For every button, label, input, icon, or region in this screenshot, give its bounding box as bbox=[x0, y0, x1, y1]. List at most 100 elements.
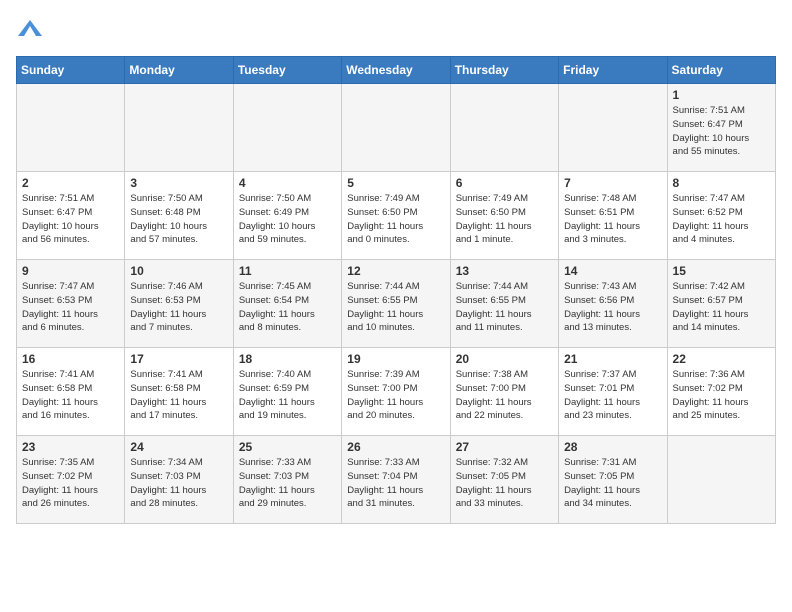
calendar-cell: 18 Sunrise: 7:40 AM Sunset: 6:59 PM Dayli… bbox=[233, 348, 341, 436]
day-number: 2 bbox=[22, 176, 119, 190]
day-info: Sunrise: 7:42 AM Sunset: 6:57 PM Dayligh… bbox=[673, 280, 770, 335]
calendar-cell: 13 Sunrise: 7:44 AM Sunset: 6:55 PM Dayli… bbox=[450, 260, 558, 348]
day-info: Sunrise: 7:47 AM Sunset: 6:53 PM Dayligh… bbox=[22, 280, 119, 335]
calendar-cell: 7 Sunrise: 7:48 AM Sunset: 6:51 PM Daylig… bbox=[559, 172, 667, 260]
day-number: 21 bbox=[564, 352, 661, 366]
calendar-cell bbox=[17, 84, 125, 172]
calendar-cell: 16 Sunrise: 7:41 AM Sunset: 6:58 PM Dayli… bbox=[17, 348, 125, 436]
day-info: Sunrise: 7:31 AM Sunset: 7:05 PM Dayligh… bbox=[564, 456, 661, 511]
day-info: Sunrise: 7:39 AM Sunset: 7:00 PM Dayligh… bbox=[347, 368, 444, 423]
calendar-table: SundayMondayTuesdayWednesdayThursdayFrid… bbox=[16, 56, 776, 524]
calendar-cell: 4 Sunrise: 7:50 AM Sunset: 6:49 PM Daylig… bbox=[233, 172, 341, 260]
day-info: Sunrise: 7:50 AM Sunset: 6:49 PM Dayligh… bbox=[239, 192, 336, 247]
weekday-header: Friday bbox=[559, 57, 667, 84]
calendar-cell: 21 Sunrise: 7:37 AM Sunset: 7:01 PM Dayli… bbox=[559, 348, 667, 436]
calendar-cell bbox=[667, 436, 775, 524]
calendar-cell: 8 Sunrise: 7:47 AM Sunset: 6:52 PM Daylig… bbox=[667, 172, 775, 260]
day-number: 28 bbox=[564, 440, 661, 454]
day-info: Sunrise: 7:45 AM Sunset: 6:54 PM Dayligh… bbox=[239, 280, 336, 335]
day-number: 23 bbox=[22, 440, 119, 454]
calendar-cell: 9 Sunrise: 7:47 AM Sunset: 6:53 PM Daylig… bbox=[17, 260, 125, 348]
day-number: 12 bbox=[347, 264, 444, 278]
calendar-cell: 27 Sunrise: 7:32 AM Sunset: 7:05 PM Dayli… bbox=[450, 436, 558, 524]
calendar-cell: 5 Sunrise: 7:49 AM Sunset: 6:50 PM Daylig… bbox=[342, 172, 450, 260]
weekday-header: Thursday bbox=[450, 57, 558, 84]
day-info: Sunrise: 7:38 AM Sunset: 7:00 PM Dayligh… bbox=[456, 368, 553, 423]
day-number: 25 bbox=[239, 440, 336, 454]
day-number: 13 bbox=[456, 264, 553, 278]
calendar-cell: 19 Sunrise: 7:39 AM Sunset: 7:00 PM Dayli… bbox=[342, 348, 450, 436]
day-info: Sunrise: 7:33 AM Sunset: 7:04 PM Dayligh… bbox=[347, 456, 444, 511]
calendar-cell: 28 Sunrise: 7:31 AM Sunset: 7:05 PM Dayli… bbox=[559, 436, 667, 524]
calendar-cell: 11 Sunrise: 7:45 AM Sunset: 6:54 PM Dayli… bbox=[233, 260, 341, 348]
day-info: Sunrise: 7:49 AM Sunset: 6:50 PM Dayligh… bbox=[456, 192, 553, 247]
day-info: Sunrise: 7:37 AM Sunset: 7:01 PM Dayligh… bbox=[564, 368, 661, 423]
weekday-header: Wednesday bbox=[342, 57, 450, 84]
calendar-cell: 3 Sunrise: 7:50 AM Sunset: 6:48 PM Daylig… bbox=[125, 172, 233, 260]
day-number: 6 bbox=[456, 176, 553, 190]
day-info: Sunrise: 7:33 AM Sunset: 7:03 PM Dayligh… bbox=[239, 456, 336, 511]
weekday-header: Saturday bbox=[667, 57, 775, 84]
day-number: 27 bbox=[456, 440, 553, 454]
calendar-cell bbox=[125, 84, 233, 172]
calendar-cell: 23 Sunrise: 7:35 AM Sunset: 7:02 PM Dayli… bbox=[17, 436, 125, 524]
day-info: Sunrise: 7:34 AM Sunset: 7:03 PM Dayligh… bbox=[130, 456, 227, 511]
day-number: 20 bbox=[456, 352, 553, 366]
day-info: Sunrise: 7:36 AM Sunset: 7:02 PM Dayligh… bbox=[673, 368, 770, 423]
day-number: 8 bbox=[673, 176, 770, 190]
calendar-cell: 14 Sunrise: 7:43 AM Sunset: 6:56 PM Dayli… bbox=[559, 260, 667, 348]
day-number: 26 bbox=[347, 440, 444, 454]
day-number: 24 bbox=[130, 440, 227, 454]
day-number: 4 bbox=[239, 176, 336, 190]
day-info: Sunrise: 7:40 AM Sunset: 6:59 PM Dayligh… bbox=[239, 368, 336, 423]
day-info: Sunrise: 7:48 AM Sunset: 6:51 PM Dayligh… bbox=[564, 192, 661, 247]
day-info: Sunrise: 7:49 AM Sunset: 6:50 PM Dayligh… bbox=[347, 192, 444, 247]
day-info: Sunrise: 7:32 AM Sunset: 7:05 PM Dayligh… bbox=[456, 456, 553, 511]
day-info: Sunrise: 7:41 AM Sunset: 6:58 PM Dayligh… bbox=[130, 368, 227, 423]
day-number: 18 bbox=[239, 352, 336, 366]
day-number: 16 bbox=[22, 352, 119, 366]
day-number: 22 bbox=[673, 352, 770, 366]
calendar-cell: 2 Sunrise: 7:51 AM Sunset: 6:47 PM Daylig… bbox=[17, 172, 125, 260]
day-number: 5 bbox=[347, 176, 444, 190]
calendar-cell: 20 Sunrise: 7:38 AM Sunset: 7:00 PM Dayli… bbox=[450, 348, 558, 436]
page-header bbox=[16, 16, 776, 44]
day-info: Sunrise: 7:50 AM Sunset: 6:48 PM Dayligh… bbox=[130, 192, 227, 247]
calendar-cell bbox=[559, 84, 667, 172]
day-number: 17 bbox=[130, 352, 227, 366]
day-number: 10 bbox=[130, 264, 227, 278]
calendar-cell: 17 Sunrise: 7:41 AM Sunset: 6:58 PM Dayli… bbox=[125, 348, 233, 436]
calendar-cell bbox=[450, 84, 558, 172]
calendar-cell: 22 Sunrise: 7:36 AM Sunset: 7:02 PM Dayli… bbox=[667, 348, 775, 436]
day-info: Sunrise: 7:46 AM Sunset: 6:53 PM Dayligh… bbox=[130, 280, 227, 335]
day-number: 1 bbox=[673, 88, 770, 102]
day-number: 11 bbox=[239, 264, 336, 278]
calendar-cell: 10 Sunrise: 7:46 AM Sunset: 6:53 PM Dayli… bbox=[125, 260, 233, 348]
day-number: 9 bbox=[22, 264, 119, 278]
calendar-cell bbox=[233, 84, 341, 172]
day-number: 19 bbox=[347, 352, 444, 366]
weekday-header: Monday bbox=[125, 57, 233, 84]
day-number: 14 bbox=[564, 264, 661, 278]
calendar-cell: 12 Sunrise: 7:44 AM Sunset: 6:55 PM Dayli… bbox=[342, 260, 450, 348]
day-info: Sunrise: 7:51 AM Sunset: 6:47 PM Dayligh… bbox=[673, 104, 770, 159]
logo bbox=[16, 16, 46, 44]
day-info: Sunrise: 7:43 AM Sunset: 6:56 PM Dayligh… bbox=[564, 280, 661, 335]
day-info: Sunrise: 7:44 AM Sunset: 6:55 PM Dayligh… bbox=[456, 280, 553, 335]
day-number: 3 bbox=[130, 176, 227, 190]
calendar-cell: 25 Sunrise: 7:33 AM Sunset: 7:03 PM Dayli… bbox=[233, 436, 341, 524]
day-info: Sunrise: 7:44 AM Sunset: 6:55 PM Dayligh… bbox=[347, 280, 444, 335]
day-number: 7 bbox=[564, 176, 661, 190]
weekday-header: Sunday bbox=[17, 57, 125, 84]
day-info: Sunrise: 7:47 AM Sunset: 6:52 PM Dayligh… bbox=[673, 192, 770, 247]
day-number: 15 bbox=[673, 264, 770, 278]
calendar-cell: 15 Sunrise: 7:42 AM Sunset: 6:57 PM Dayli… bbox=[667, 260, 775, 348]
day-info: Sunrise: 7:51 AM Sunset: 6:47 PM Dayligh… bbox=[22, 192, 119, 247]
weekday-header: Tuesday bbox=[233, 57, 341, 84]
calendar-cell: 6 Sunrise: 7:49 AM Sunset: 6:50 PM Daylig… bbox=[450, 172, 558, 260]
day-info: Sunrise: 7:41 AM Sunset: 6:58 PM Dayligh… bbox=[22, 368, 119, 423]
calendar-cell: 26 Sunrise: 7:33 AM Sunset: 7:04 PM Dayli… bbox=[342, 436, 450, 524]
calendar-cell: 24 Sunrise: 7:34 AM Sunset: 7:03 PM Dayli… bbox=[125, 436, 233, 524]
calendar-cell bbox=[342, 84, 450, 172]
day-info: Sunrise: 7:35 AM Sunset: 7:02 PM Dayligh… bbox=[22, 456, 119, 511]
